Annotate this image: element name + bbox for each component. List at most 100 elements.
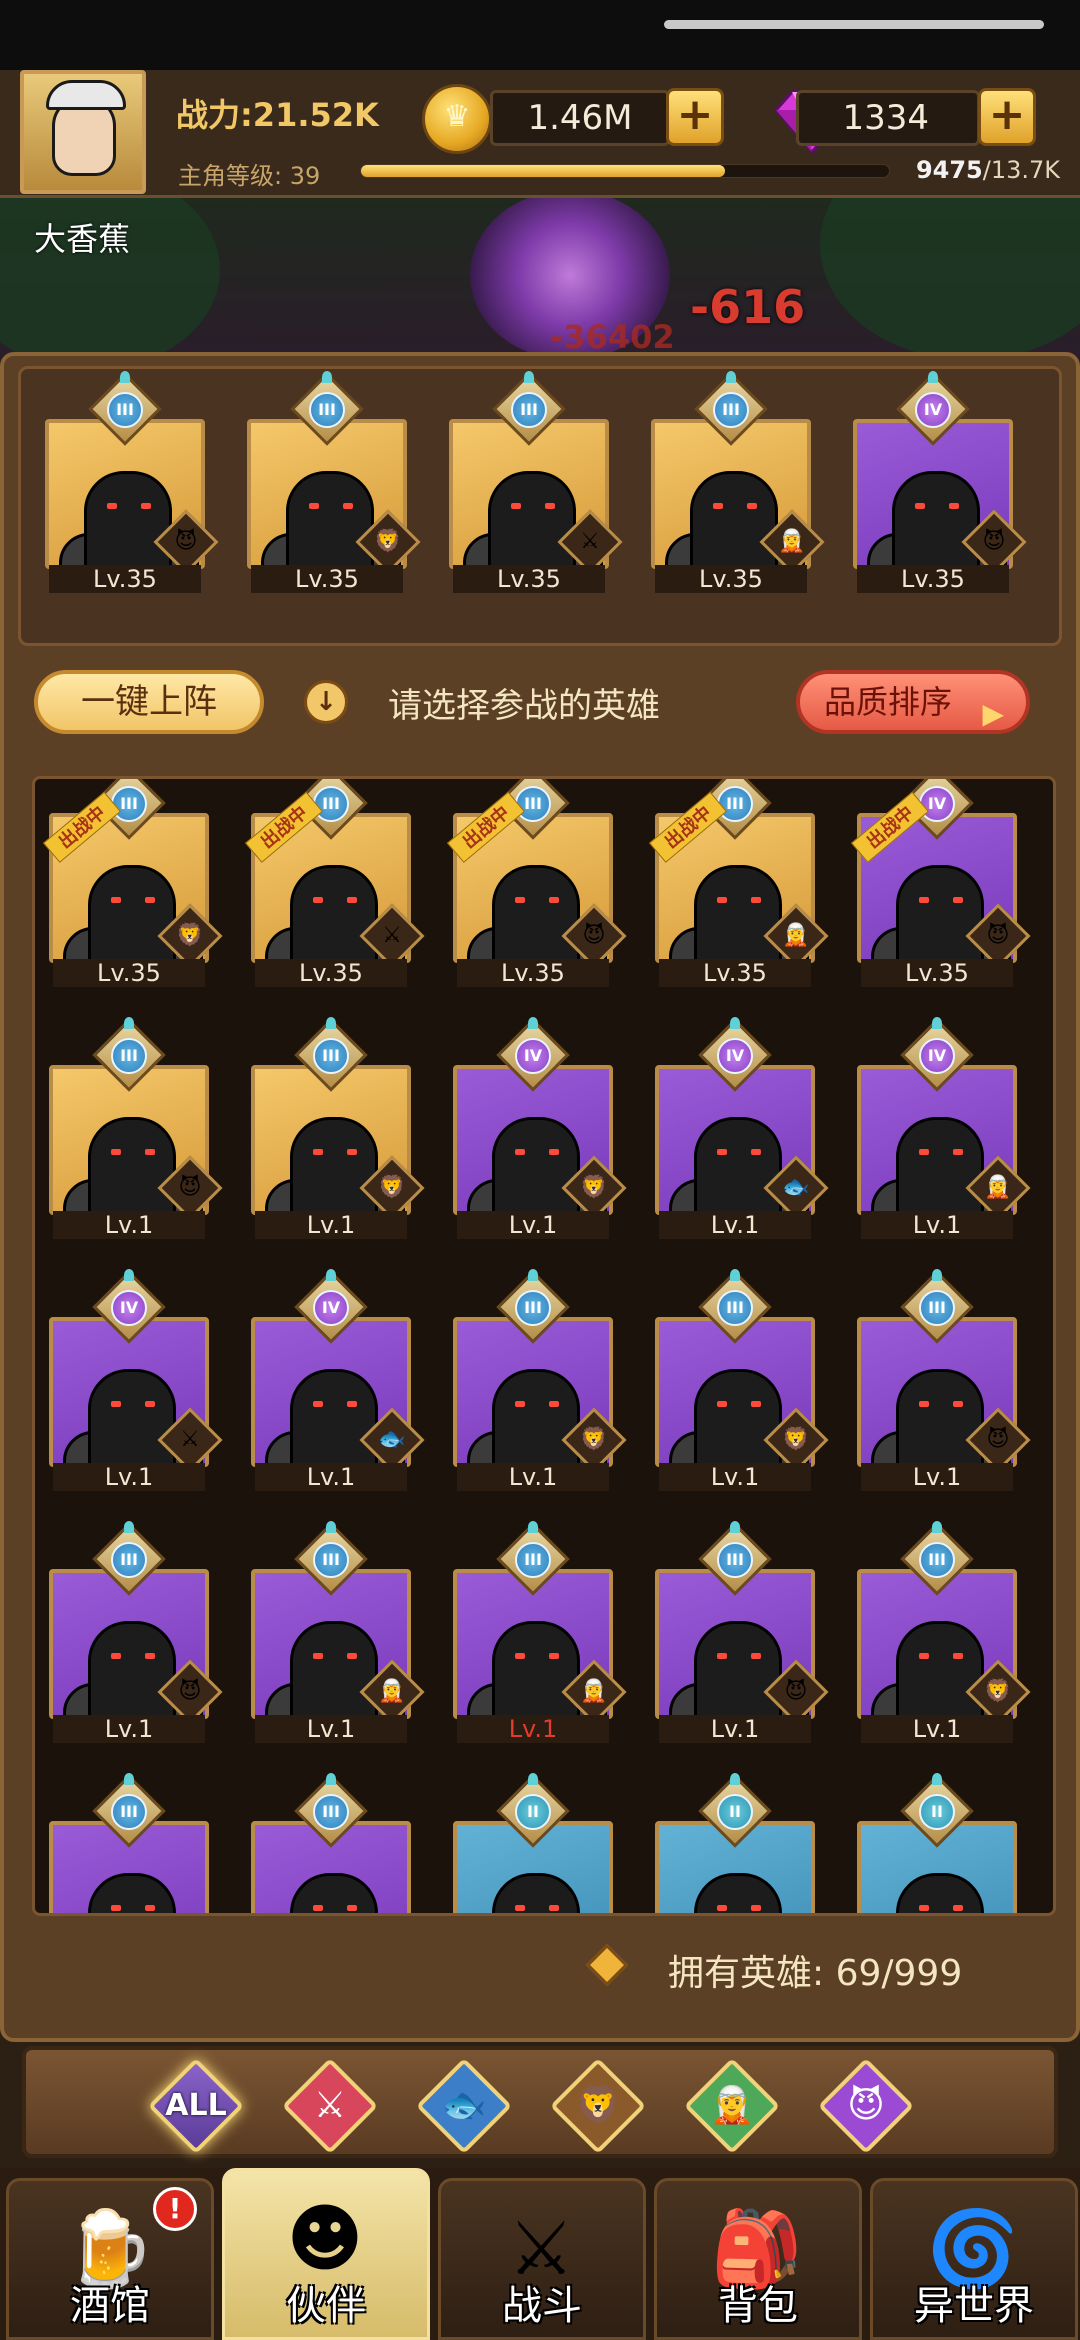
rank-numeral: II (919, 1794, 955, 1830)
roster-card[interactable]: III 🧝 Lv.35 出战中 (649, 779, 829, 987)
hero-silhouette (694, 865, 782, 959)
hero-eyes (515, 1653, 559, 1661)
auto-deploy-button[interactable]: 一键上阵 (34, 670, 264, 734)
hero-level: Lv.1 (53, 1211, 205, 1239)
rank-badge-icon: III (92, 1017, 166, 1092)
rank-numeral: IV (919, 1038, 955, 1074)
roster-card[interactable]: III ⚔ Lv.35 出战中 (245, 779, 425, 987)
hero-eyes (309, 503, 353, 511)
rank-numeral: III (713, 392, 749, 428)
roster-card[interactable]: III (49, 1773, 209, 1913)
damage-number-secondary: -36402 (550, 318, 675, 356)
play-arrow-icon: ▶ (982, 697, 1004, 730)
roster-card[interactable]: III 🧝 Lv.1 (453, 1521, 627, 1743)
rank-numeral: III (111, 786, 147, 822)
rank-numeral: III (309, 392, 345, 428)
rank-numeral: III (717, 1290, 753, 1326)
nav-tab-5[interactable]: 🌀 异世界 (870, 2178, 1078, 2340)
roster-card[interactable]: III 🦁 Lv.1 (453, 1269, 627, 1491)
hero-eyes (919, 1401, 963, 1409)
team-card[interactable]: III 🦁 Lv.35 (247, 371, 421, 593)
rank-numeral: IV (111, 1290, 147, 1326)
rank-numeral: III (111, 1794, 147, 1830)
bush-decoration (0, 170, 220, 370)
roster-card[interactable]: III 😈 Lv.1 (857, 1269, 1031, 1491)
nav-tab-4[interactable]: 🎒 背包 (654, 2178, 862, 2340)
roster-card[interactable]: IV 🦁 Lv.1 (453, 1017, 627, 1239)
hero-eyes (511, 503, 555, 511)
filter-all-label: ALL (165, 2088, 227, 2123)
roster-card[interactable]: III 😈 Lv.35 出战中 (447, 779, 627, 987)
roster-card[interactable]: III 🦁 Lv.35 出战中 (43, 779, 223, 987)
roster-card[interactable]: II (453, 1773, 613, 1913)
filter-knight-button[interactable]: ⚔ (281, 2057, 379, 2155)
team-card[interactable]: IV 😈 Lv.35 (853, 371, 1027, 593)
roster-card[interactable]: IV 🐟 Lv.1 (655, 1017, 829, 1239)
hero-silhouette (492, 865, 580, 959)
filter-lion-button[interactable]: 🦁 (549, 2057, 647, 2155)
hero-eyes (313, 1149, 357, 1157)
roster-card[interactable]: III 🧝 Lv.1 (251, 1521, 425, 1743)
rank-badge-icon: IV (896, 371, 970, 446)
down-arrow-icon[interactable]: ↓ (304, 680, 348, 724)
rank-numeral: II (515, 1794, 551, 1830)
roster-card[interactable]: IV 🐟 Lv.1 (251, 1269, 425, 1491)
hero-level: Lv.1 (659, 1463, 811, 1491)
player-avatar[interactable] (20, 70, 146, 194)
hero-level: Lv.35 (655, 565, 807, 593)
hero-eyes (717, 1905, 761, 1913)
nav-tab-2[interactable]: ☻ 伙伴 (222, 2168, 430, 2340)
filter-fish-button[interactable]: 🐟 (415, 2057, 513, 2155)
hero-silhouette (290, 865, 378, 959)
roster-card[interactable]: IV 😈 Lv.35 出战中 (851, 779, 1031, 987)
hero-level: Lv.35 (49, 565, 201, 593)
roster-card[interactable]: III 😈 Lv.1 (49, 1521, 223, 1743)
add-gems-button[interactable]: + (978, 88, 1036, 146)
hero-level-label: 主角等级: 39 (178, 156, 320, 191)
hero-silhouette (88, 1621, 176, 1715)
roster-card[interactable]: III 🦁 Lv.1 (857, 1521, 1031, 1743)
quality-sort-button[interactable]: 品质排序 ▶ (796, 670, 1030, 734)
hero-roster-grid[interactable]: III 🦁 Lv.35 出战中 III ⚔ Lv.35 出战中 III 😈 Lv.35 出战中 III 🧝… (32, 776, 1056, 1916)
nav-tab-1[interactable]: 🍺 酒馆! (6, 2178, 214, 2340)
roster-card[interactable]: III 🦁 Lv.1 (251, 1017, 425, 1239)
faction-filter-bar: ALL ⚔ 🐟 🦁 🧝 😈 (22, 2046, 1058, 2158)
roster-card[interactable]: III (251, 1773, 411, 1913)
rank-numeral: III (919, 1542, 955, 1578)
level-value: 39 (289, 162, 321, 190)
roster-card[interactable]: IV ⚔ Lv.1 (49, 1269, 223, 1491)
team-card[interactable]: III 😈 Lv.35 (45, 371, 219, 593)
xp-fill (361, 165, 726, 177)
roster-card[interactable]: III 😈 Lv.1 (49, 1017, 223, 1239)
filter-elf-button[interactable]: 🧝 (683, 2057, 781, 2155)
roster-card[interactable]: III 🦁 Lv.1 (655, 1269, 829, 1491)
filter-all-button[interactable]: ALL (147, 2057, 245, 2155)
hero-silhouette (492, 1369, 580, 1463)
rank-numeral: III (111, 1542, 147, 1578)
hero-silhouette (492, 1621, 580, 1715)
hero-level: Lv.35 (53, 959, 205, 987)
hero-eyes (313, 1653, 357, 1661)
hero-level: Lv.1 (659, 1715, 811, 1743)
roster-card[interactable]: IV 🧝 Lv.1 (857, 1017, 1031, 1239)
roster-card[interactable]: II (655, 1773, 815, 1913)
rank-numeral: III (515, 1290, 551, 1326)
rank-numeral: III (313, 1542, 349, 1578)
level-label-text: 主角等级: (178, 162, 283, 190)
xp-total: /13.7K (982, 156, 1060, 184)
roster-card[interactable]: II (857, 1773, 1017, 1913)
team-card[interactable]: III ⚔ Lv.35 (449, 371, 623, 593)
team-card[interactable]: III 🧝 Lv.35 (651, 371, 825, 593)
hero-eyes (111, 1401, 155, 1409)
rank-badge-icon: III (698, 1521, 772, 1596)
filter-demon-button[interactable]: 😈 (817, 2057, 915, 2155)
hero-eyes (111, 1905, 155, 1913)
roster-card[interactable]: III 😈 Lv.1 (655, 1521, 829, 1743)
add-coins-button[interactable]: + (666, 88, 724, 146)
rank-numeral: III (717, 786, 753, 822)
nav-tab-3[interactable]: ⚔ 战斗 (438, 2178, 646, 2340)
hero-silhouette (892, 471, 980, 565)
rank-badge-icon: III (290, 371, 364, 446)
hero-silhouette (492, 1117, 580, 1211)
alert-badge: ! (153, 2187, 197, 2231)
